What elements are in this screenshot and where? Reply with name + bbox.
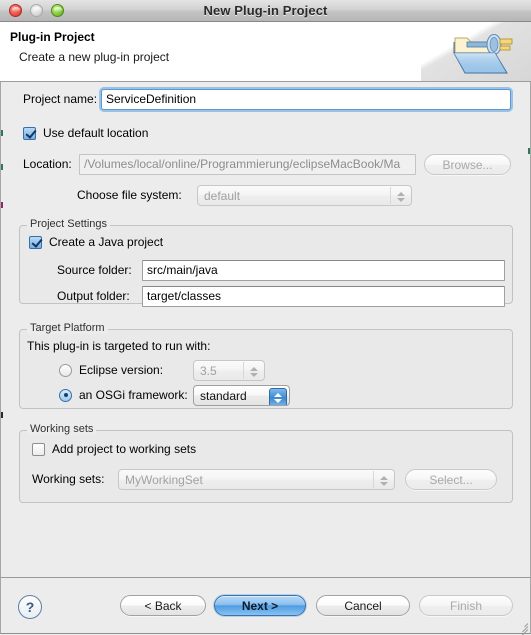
window-title: New Plug-in Project <box>203 3 328 18</box>
zoom-window-button[interactable] <box>51 4 64 17</box>
eclipse-version-radio[interactable] <box>59 363 72 377</box>
osgi-framework-value: standard <box>200 388 247 403</box>
working-sets-field-row: Working sets: <box>32 472 104 486</box>
browse-button[interactable]: Browse... <box>424 154 511 175</box>
working-sets-field-label: Working sets: <box>32 472 105 486</box>
eclipse-version-stepper[interactable]: 3.5 <box>193 360 265 381</box>
create-java-project-checkbox[interactable] <box>29 235 42 249</box>
close-window-button[interactable] <box>9 4 22 17</box>
file-system-value: default <box>204 188 241 203</box>
working-sets-group-title: Working sets <box>27 423 97 435</box>
working-sets-select[interactable]: MyWorkingSet <box>118 469 395 490</box>
use-default-location-row[interactable]: Use default location <box>23 126 148 140</box>
help-button[interactable]: ? <box>18 595 42 619</box>
chevron-updown-icon[interactable] <box>393 188 409 205</box>
source-folder-input[interactable]: src/main/java <box>142 260 505 281</box>
create-java-project-row[interactable]: Create a Java project <box>29 235 163 249</box>
project-name-input[interactable]: ServiceDefinition <box>101 89 511 110</box>
add-to-working-sets-label: Add project to working sets <box>52 442 197 456</box>
target-platform-intro: This plug-in is targeted to run with: <box>27 339 211 353</box>
add-to-working-sets-row[interactable]: Add project to working sets <box>32 442 196 456</box>
minimize-window-button[interactable] <box>30 4 43 17</box>
output-folder-label: Output folder: <box>57 289 130 303</box>
osgi-framework-select[interactable]: standard <box>193 385 290 406</box>
back-button[interactable]: < Back <box>120 595 206 616</box>
new-plugin-project-dialog: New Plug-in Project Plug-in Project Crea… <box>0 0 531 635</box>
location-label: Location: <box>23 157 72 171</box>
create-java-project-label: Create a Java project <box>49 235 164 249</box>
chevron-updown-icon[interactable] <box>269 388 287 405</box>
osgi-framework-radio-row[interactable]: an OSGi framework: <box>59 388 188 402</box>
edge-artifact <box>1 164 3 170</box>
finish-button[interactable]: Finish <box>419 595 513 616</box>
window-controls <box>9 4 64 17</box>
project-settings-group-title: Project Settings <box>27 218 111 230</box>
wizard-page-title: Plug-in Project <box>10 30 95 44</box>
location-input[interactable]: /Volumes/local/online/Programmierung/ecl… <box>79 154 416 175</box>
edge-artifact <box>1 412 3 418</box>
resize-grip[interactable] <box>516 619 529 635</box>
output-folder-input[interactable]: target/classes <box>142 286 505 307</box>
target-platform-group-title: Target Platform <box>27 322 108 334</box>
file-system-row: Choose file system: <box>77 188 182 202</box>
use-default-location-checkbox[interactable] <box>23 126 36 140</box>
stepper-divider <box>373 471 374 488</box>
edge-artifact <box>1 130 3 136</box>
window-titlebar[interactable]: New Plug-in Project <box>0 0 531 22</box>
edge-artifact <box>528 148 530 154</box>
eclipse-version-label: Eclipse version: <box>79 363 164 377</box>
osgi-framework-radio[interactable] <box>59 388 72 402</box>
edge-artifact <box>1 202 3 208</box>
wizard-page-description: Create a new plug-in project <box>19 50 170 64</box>
source-folder-label: Source folder: <box>57 263 132 277</box>
osgi-framework-label: an OSGi framework: <box>79 388 188 402</box>
working-sets-value: MyWorkingSet <box>125 472 203 487</box>
stepper-divider <box>390 187 391 204</box>
select-working-sets-button[interactable]: Select... <box>405 469 497 490</box>
wizard-footer: ? < Back Next > Cancel Finish <box>0 577 531 635</box>
project-name-row: Project name: <box>23 92 97 106</box>
add-to-working-sets-checkbox[interactable] <box>32 442 45 456</box>
cancel-button[interactable]: Cancel <box>316 595 410 616</box>
use-default-location-label: Use default location <box>43 126 149 140</box>
plugin-project-folder-icon <box>453 34 513 74</box>
working-sets-group <box>19 430 513 503</box>
wizard-body: Project name: ServiceDefinition Use defa… <box>0 82 531 577</box>
wizard-header: Plug-in Project Create a new plug-in pro… <box>0 22 531 82</box>
chevron-updown-icon[interactable] <box>246 363 262 380</box>
project-name-label: Project name: <box>23 92 98 106</box>
target-platform-intro-row: This plug-in is targeted to run with: <box>27 339 210 353</box>
chevron-updown-icon[interactable] <box>376 472 392 489</box>
location-row: Location: <box>23 157 72 171</box>
file-system-label: Choose file system: <box>77 188 182 202</box>
next-button[interactable]: Next > <box>214 595 306 616</box>
file-system-select[interactable]: default <box>197 185 412 206</box>
output-folder-row: Output folder: <box>57 289 130 303</box>
stepper-divider <box>243 362 244 379</box>
source-folder-row: Source folder: <box>57 263 132 277</box>
eclipse-version-radio-row[interactable]: Eclipse version: <box>59 363 163 377</box>
eclipse-version-value: 3.5 <box>200 363 217 378</box>
